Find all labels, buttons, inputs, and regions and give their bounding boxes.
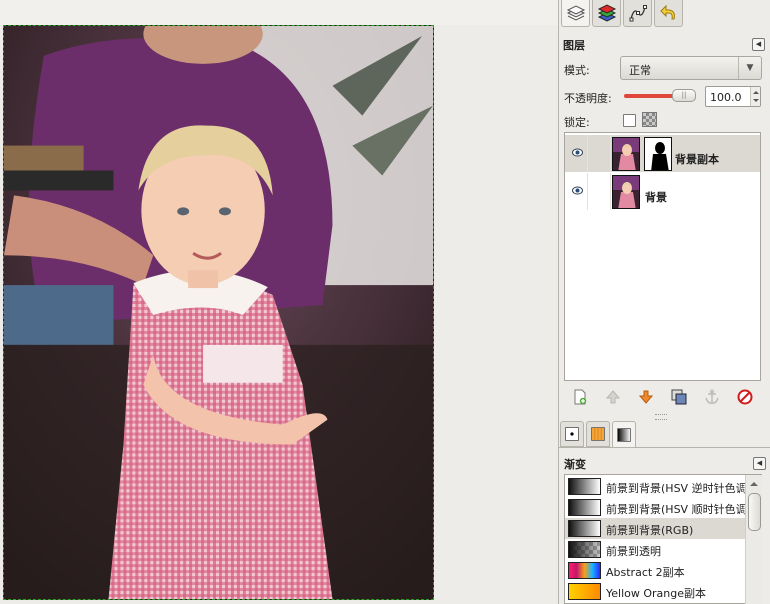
gradient-swatch	[568, 562, 601, 579]
lock-pixels-checkbox[interactable]	[623, 114, 636, 127]
tab-patterns[interactable]	[586, 421, 610, 447]
gradient-item[interactable]: 前景到透明	[565, 539, 745, 560]
gradient-swatch	[568, 478, 601, 495]
tab-undo-history[interactable]	[654, 0, 683, 27]
tab-paths[interactable]	[623, 0, 652, 27]
layer-mask-thumbnail[interactable]	[644, 137, 672, 171]
layer-row-background-copy[interactable]: 背景副本	[565, 135, 760, 172]
layer-row-background[interactable]: 背景	[565, 173, 760, 210]
anchor-layer-button[interactable]	[701, 386, 723, 408]
tab-layers[interactable]	[561, 0, 590, 27]
paths-icon	[629, 5, 647, 22]
gradient-list[interactable]: 前景到背景(HSV 逆时针色调) 前景到背景(HSV 顺时针色调) 前景到背景(…	[564, 474, 762, 604]
duplicate-layer-icon	[671, 389, 687, 405]
panel-divider	[558, 447, 770, 448]
brushes-icon	[565, 427, 579, 441]
dock-tabs-top	[561, 0, 769, 28]
mode-label: 模式:	[564, 64, 590, 77]
opacity-value: 100.0	[710, 91, 742, 104]
gradient-item[interactable]: 前景到背景(HSV 逆时针色调)	[565, 476, 745, 497]
layers-panel-menu-button[interactable]: ◀	[752, 38, 765, 51]
gradient-label: 前景到背景(HSV 逆时针色调)	[606, 482, 745, 495]
gradient-label: Yellow Orange副本	[606, 587, 707, 600]
mode-select-value: 正常	[629, 64, 651, 77]
gradients-panel-title: 渐变	[564, 458, 586, 471]
new-layer-icon	[574, 389, 587, 405]
opacity-label: 不透明度:	[564, 92, 612, 105]
gradient-list-scrollbar[interactable]	[745, 475, 762, 604]
gradient-item[interactable]: Yellow Orange副本	[565, 581, 745, 602]
gradient-label: Abstract 2副本	[606, 566, 685, 579]
gradient-item[interactable]: Abstract 2副本	[565, 560, 745, 581]
mode-select[interactable]: 正常 ▼	[620, 56, 762, 80]
undo-history-icon	[659, 4, 675, 20]
lower-layer-button[interactable]	[635, 386, 657, 408]
gradient-label: 前景到背景(RGB)	[606, 524, 694, 537]
scroll-up-icon[interactable]	[750, 478, 758, 486]
layer-thumbnail[interactable]	[612, 175, 640, 209]
chain-cell	[587, 173, 588, 210]
spin-arrows-icon[interactable]	[750, 87, 760, 106]
layer-list[interactable]: 背景副本 背景	[564, 132, 761, 381]
layers-panel-title: 图层	[563, 39, 585, 52]
photo-girl-in-pink-dress	[4, 26, 433, 599]
gradient-item-selected[interactable]: 前景到背景(RGB)	[565, 518, 745, 539]
delete-layer-icon	[737, 389, 753, 405]
opacity-slider[interactable]: ||	[624, 89, 696, 102]
layers-panel-header: 图层 ◀	[563, 37, 765, 53]
pane-resize-grip[interactable]	[655, 414, 667, 420]
duplicate-layer-button[interactable]	[668, 386, 690, 408]
gimp-window: 图层 ◀ 模式: 正常 ▼ 不透明度: || 100.0 锁定: 背景副本 背景…	[0, 0, 770, 604]
tab-gradients[interactable]	[612, 421, 636, 448]
layer-buttons-bar	[564, 384, 761, 410]
gradient-swatch	[568, 499, 601, 516]
raise-layer-button[interactable]	[602, 386, 624, 408]
chevron-down-icon: ▼	[738, 57, 761, 79]
eye-visibility-icon[interactable]	[572, 148, 583, 157]
gradient-swatch	[568, 520, 601, 537]
image-canvas[interactable]	[3, 25, 434, 600]
lock-alpha-icon[interactable]	[642, 112, 657, 127]
dock-tabs-lower	[560, 421, 636, 448]
channels-icon	[597, 4, 616, 22]
chain-cell	[587, 135, 588, 172]
patterns-icon	[591, 427, 605, 441]
opacity-spin-input[interactable]: 100.0	[705, 86, 761, 107]
raise-layer-icon	[606, 390, 621, 404]
tab-brushes[interactable]	[560, 421, 584, 447]
layer-thumbnail[interactable]	[612, 137, 640, 171]
chain-cell	[610, 135, 611, 172]
gradient-label: 前景到背景(HSV 顺时针色调)	[606, 503, 745, 516]
gradient-label: 前景到透明	[606, 545, 661, 558]
tab-channels[interactable]	[592, 0, 621, 27]
layer-name[interactable]: 背景	[645, 189, 667, 205]
new-layer-button[interactable]	[569, 386, 591, 408]
lower-layer-icon	[638, 390, 654, 404]
gradient-swatch	[568, 583, 601, 600]
gradient-swatch	[568, 541, 601, 558]
eye-visibility-icon[interactable]	[572, 186, 583, 195]
image-canvas-area[interactable]	[0, 0, 558, 604]
gradient-item[interactable]: 前景到背景(HSV 顺时针色调)	[565, 497, 745, 518]
lock-label: 锁定:	[564, 116, 590, 129]
opacity-slider-handle[interactable]: ||	[672, 89, 696, 102]
canvas-ruler-strip	[0, 0, 558, 25]
anchor-layer-icon	[705, 389, 719, 404]
gradients-icon	[617, 428, 631, 442]
layer-name[interactable]: 背景副本	[675, 151, 719, 167]
gradients-panel-header: 渐变 ◀	[564, 456, 766, 472]
chain-cell	[610, 173, 611, 210]
layers-icon	[566, 5, 585, 21]
scrollbar-thumb[interactable]	[748, 493, 761, 531]
gradients-panel-menu-button[interactable]: ◀	[753, 457, 766, 470]
delete-layer-button[interactable]	[734, 386, 756, 408]
